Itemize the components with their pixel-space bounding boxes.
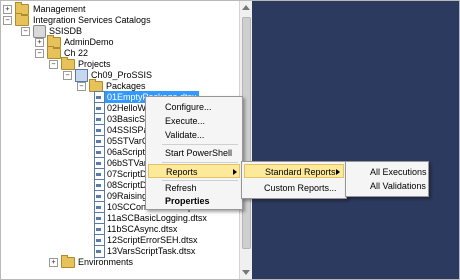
tree-node-environments[interactable]: + Environments bbox=[1, 255, 231, 268]
menu-item-execute[interactable]: Execute... bbox=[146, 114, 242, 128]
menu-item-configure[interactable]: Configure... bbox=[146, 100, 242, 114]
menu-item-label: All Validations bbox=[370, 181, 426, 191]
collapse-icon[interactable]: − bbox=[49, 60, 58, 69]
standard-reports-submenu: All Executions All Validations bbox=[345, 161, 429, 197]
menu-item-label: Reports bbox=[166, 167, 198, 177]
collapse-icon[interactable]: − bbox=[35, 49, 44, 58]
menu-item-properties[interactable]: Properties bbox=[146, 194, 242, 208]
collapse-icon[interactable]: − bbox=[21, 27, 30, 36]
package-context-menu: Configure... Execute... Validate... Star… bbox=[145, 96, 243, 210]
menu-item-label: Standard Reports bbox=[265, 167, 336, 177]
scroll-down-icon[interactable] bbox=[242, 270, 250, 275]
menu-item-label: Configure... bbox=[165, 102, 212, 112]
reports-submenu: Standard Reports Custom Reports... bbox=[241, 161, 347, 199]
collapse-icon[interactable]: − bbox=[77, 82, 86, 91]
menu-item-validate[interactable]: Validate... bbox=[146, 128, 242, 142]
menu-separator bbox=[162, 162, 238, 163]
menu-item-label: All Executions bbox=[370, 167, 427, 177]
menu-item-label: Start PowerShell bbox=[165, 148, 233, 158]
menu-item-refresh[interactable]: Refresh bbox=[146, 181, 242, 195]
menu-separator bbox=[162, 144, 238, 145]
tree-node-label: Environments bbox=[78, 257, 134, 267]
menu-item-label: Properties bbox=[165, 196, 210, 206]
folder-icon bbox=[61, 255, 75, 268]
menu-item-standard-reports[interactable]: Standard Reports bbox=[244, 164, 344, 178]
menu-item-label: Execute... bbox=[165, 116, 206, 126]
submenu-arrow-icon bbox=[336, 169, 340, 175]
menu-item-all-validations[interactable]: All Validations bbox=[346, 179, 428, 193]
menu-item-reports[interactable]: Reports bbox=[148, 164, 240, 178]
menu-item-all-executions[interactable]: All Executions bbox=[346, 165, 428, 179]
expand-icon[interactable]: + bbox=[3, 5, 12, 14]
menu-item-start-powershell[interactable]: Start PowerShell bbox=[146, 146, 242, 160]
submenu-arrow-icon bbox=[233, 169, 237, 175]
scroll-up-icon[interactable] bbox=[242, 5, 250, 10]
collapse-icon[interactable]: − bbox=[63, 71, 72, 80]
document-area-background bbox=[252, 1, 459, 279]
collapse-icon[interactable]: − bbox=[3, 16, 12, 25]
expand-icon[interactable]: + bbox=[49, 258, 58, 267]
menu-item-label: Custom Reports... bbox=[264, 183, 337, 193]
menu-item-custom-reports[interactable]: Custom Reports... bbox=[242, 181, 346, 195]
menu-item-label: Refresh bbox=[165, 183, 197, 193]
scroll-thumb[interactable] bbox=[242, 17, 251, 249]
menu-item-label: Validate... bbox=[165, 130, 205, 140]
expand-icon[interactable]: + bbox=[35, 38, 44, 47]
